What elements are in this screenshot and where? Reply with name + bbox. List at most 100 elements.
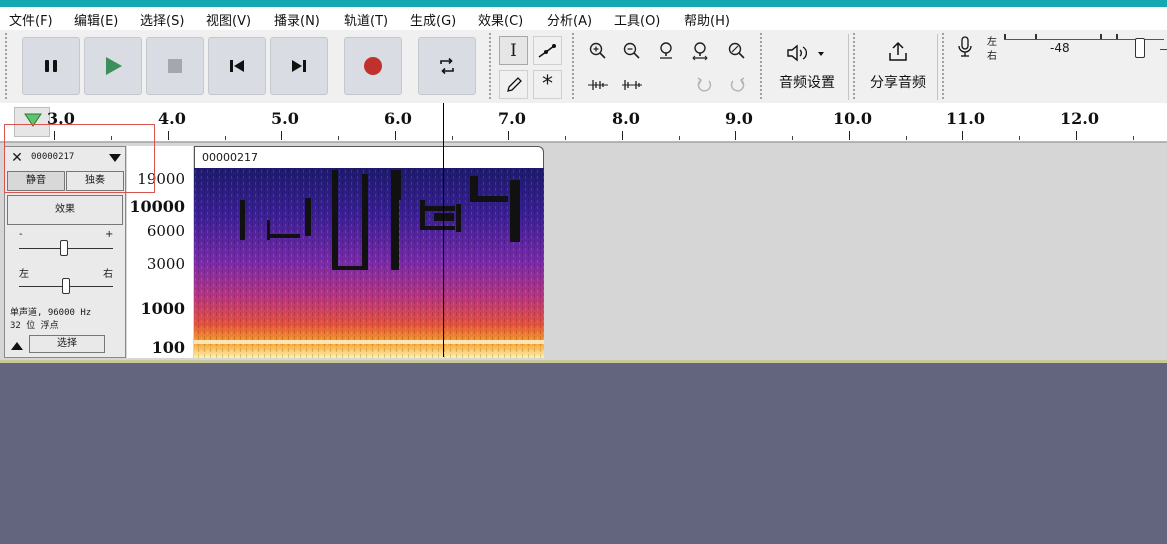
ruler-label: 6.0 xyxy=(384,109,412,128)
skip-to-end-button[interactable] xyxy=(270,37,328,95)
ruler-tick xyxy=(735,131,736,140)
menu-generate[interactable]: 生成(G) xyxy=(410,10,456,29)
pause-icon xyxy=(23,38,79,94)
meter-left-channel-label: 左 xyxy=(987,37,997,48)
menu-bar: 文件(F) 编辑(E) 选择(S) 视图(V) 播录(N) 轨道(T) 生成(G… xyxy=(0,7,1167,30)
solo-label: 独奏 xyxy=(85,175,105,186)
silence-selection-button[interactable] xyxy=(617,70,646,99)
menu-edit[interactable]: 编辑(E) xyxy=(74,10,118,29)
menu-select[interactable]: 选择(S) xyxy=(140,10,184,29)
ruler-label: 5.0 xyxy=(271,109,299,128)
ruler-tick xyxy=(622,131,623,140)
pause-button[interactable] xyxy=(22,37,80,95)
record-meter-button[interactable] xyxy=(952,34,980,62)
track-name-menu[interactable]: 00000217 xyxy=(31,152,74,162)
zoom-out-button[interactable] xyxy=(617,36,646,65)
meter-tick xyxy=(1035,34,1037,39)
effects-button[interactable]: 效果 xyxy=(7,195,123,225)
play-button[interactable] xyxy=(84,37,142,95)
share-icon xyxy=(889,41,907,61)
pencil-icon xyxy=(506,76,522,92)
zoom-in-button[interactable] xyxy=(583,36,612,65)
menu-effect[interactable]: 效果(C) xyxy=(478,10,523,29)
meter-level-slider[interactable] xyxy=(1135,38,1145,58)
toolbar-grip[interactable] xyxy=(4,32,9,100)
selection-tool-button[interactable]: I xyxy=(499,36,528,65)
mute-button[interactable]: 静音 xyxy=(7,171,65,191)
speaker-icon xyxy=(787,44,824,62)
meter-tick xyxy=(1004,34,1006,39)
pan-slider[interactable] xyxy=(62,278,70,294)
collapse-track-icon[interactable] xyxy=(9,340,25,352)
timeline-ruler[interactable]: 3.0 4.0 5.0 6.0 7.0 8.0 9.0 10.0 11.0 12… xyxy=(0,103,1167,142)
fit-selection-button[interactable] xyxy=(651,36,680,65)
multi-tool-button[interactable]: * xyxy=(533,70,562,99)
freq-label: 10000 xyxy=(129,197,185,216)
redo-button[interactable] xyxy=(723,70,752,99)
playhead-cursor[interactable] xyxy=(443,103,444,357)
solo-button[interactable]: 独奏 xyxy=(66,171,124,191)
ruler-tick xyxy=(281,131,282,140)
audio-setup-label: 音频设置 xyxy=(779,75,835,91)
ruler-tick xyxy=(338,136,339,140)
menu-view[interactable]: 视图(V) xyxy=(206,10,251,29)
close-icon: ✕ xyxy=(11,150,23,166)
ruler-tick xyxy=(168,131,169,140)
menu-file[interactable]: 文件(F) xyxy=(9,10,53,29)
menu-tracks[interactable]: 轨道(T) xyxy=(344,10,388,29)
track-control-panel[interactable]: ✕ 00000217 静音 独奏 效果 - + 左 右 单声道, 96000 H… xyxy=(4,146,126,358)
menu-tools[interactable]: 工具(O) xyxy=(614,10,660,29)
audio-setup-button[interactable]: 音频设置 xyxy=(771,32,843,100)
track-bit-depth-info: 32 位 浮点 xyxy=(10,321,59,331)
skip-end-icon xyxy=(271,38,327,94)
zoom-toggle-button[interactable] xyxy=(721,36,750,65)
stop-icon xyxy=(147,38,203,94)
freq-label: 3000 xyxy=(146,255,185,273)
play-icon xyxy=(85,38,141,94)
draw-tool-button[interactable] xyxy=(499,70,528,99)
track-menu-dropdown-icon[interactable] xyxy=(108,153,122,163)
toolbar-separator xyxy=(848,34,849,100)
ruler-tick xyxy=(508,131,509,140)
select-track-button[interactable]: 选择 xyxy=(29,335,105,353)
toolbar-grip[interactable] xyxy=(488,32,493,100)
ruler-tick xyxy=(962,131,963,140)
trim-outside-button[interactable] xyxy=(583,70,612,99)
envelope-tool-button[interactable] xyxy=(533,36,562,65)
toolbar-grip[interactable] xyxy=(571,32,576,100)
ruler-tick xyxy=(452,136,453,140)
ruler-tick xyxy=(906,136,907,140)
track-format-info: 单声道, 96000 Hz xyxy=(10,308,92,318)
close-track-button[interactable]: ✕ xyxy=(8,149,26,167)
effects-label: 效果 xyxy=(55,204,75,215)
record-button[interactable] xyxy=(344,37,402,95)
ruler-tick xyxy=(679,136,680,140)
clip-name: 00000217 xyxy=(202,151,258,164)
toolbar-grip[interactable] xyxy=(941,32,946,100)
ruler-tick xyxy=(395,131,396,140)
share-audio-button[interactable]: 分享音频 xyxy=(862,32,934,100)
ruler-label: 12.0 xyxy=(1060,109,1099,128)
fit-project-button[interactable] xyxy=(685,36,714,65)
ruler-tick xyxy=(565,136,566,140)
stop-button[interactable] xyxy=(146,37,204,95)
ruler-label: 10.0 xyxy=(833,109,872,128)
menu-record[interactable]: 播录(N) xyxy=(274,10,320,29)
loop-button[interactable] xyxy=(418,37,476,95)
frequency-scale[interactable]: 19000 10000 6000 3000 1000 100 xyxy=(127,146,193,358)
timeline-options-button[interactable] xyxy=(14,107,50,137)
undo-button[interactable] xyxy=(689,70,718,99)
menu-analyze[interactable]: 分析(A) xyxy=(547,10,592,29)
ruler-tick xyxy=(1076,131,1077,140)
clip-title-bar[interactable]: 00000217 xyxy=(194,146,544,168)
toolbar-grip[interactable] xyxy=(759,32,764,100)
spectrogram-view[interactable] xyxy=(194,168,544,358)
skip-to-start-button[interactable] xyxy=(208,37,266,95)
ruler-tick xyxy=(225,136,226,140)
menu-help[interactable]: 帮助(H) xyxy=(684,10,730,29)
gain-slider[interactable] xyxy=(60,240,68,256)
meter-tick xyxy=(1116,34,1118,39)
toolbar-grip[interactable] xyxy=(852,32,857,100)
record-icon xyxy=(345,38,401,94)
ruler-tick xyxy=(111,136,112,140)
